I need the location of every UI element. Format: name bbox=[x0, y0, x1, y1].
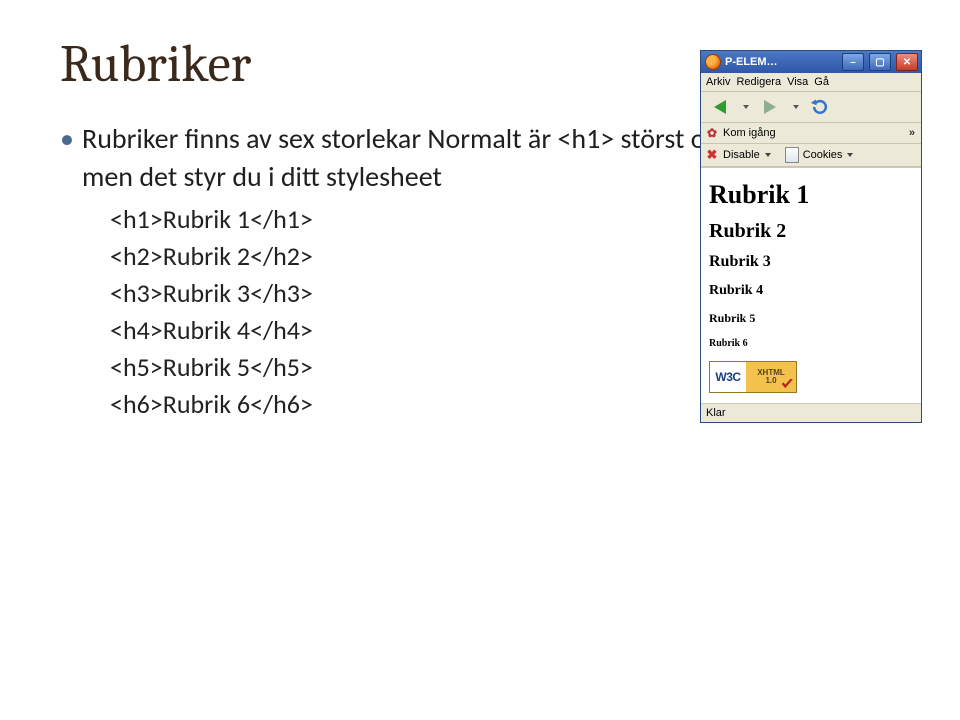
menu-visa[interactable]: Visa bbox=[787, 76, 808, 88]
titlebar: P-ELEM… – ▢ ✕ bbox=[701, 51, 921, 73]
arrow-right-icon bbox=[764, 100, 776, 114]
maximize-button[interactable]: ▢ bbox=[869, 53, 891, 71]
rendered-h1: Rubrik 1 bbox=[709, 180, 913, 210]
minimize-button[interactable]: – bbox=[842, 53, 864, 71]
menu-ga[interactable]: Gå bbox=[814, 76, 829, 88]
chevron-down-icon bbox=[765, 153, 771, 157]
check-icon bbox=[780, 377, 794, 391]
disable-x-icon: ✖ bbox=[705, 148, 719, 162]
rendered-h5: Rubrik 5 bbox=[709, 311, 913, 326]
forward-dropdown-icon[interactable] bbox=[793, 105, 799, 109]
status-text: Klar bbox=[706, 407, 726, 419]
menu-arkiv[interactable]: Arkiv bbox=[706, 76, 730, 88]
bookmarks-toolbar: ✿ Kom igång » bbox=[701, 123, 921, 144]
bookmark-kom-igang[interactable]: Kom igång bbox=[723, 127, 776, 139]
w3c-xhtml-label: XHTML 1.0 bbox=[746, 362, 796, 392]
chevron-down-icon bbox=[847, 153, 853, 157]
firefox-icon bbox=[705, 54, 721, 70]
back-button[interactable] bbox=[705, 95, 735, 119]
window-title: P-ELEM… bbox=[725, 56, 837, 68]
arrow-left-icon bbox=[714, 100, 726, 114]
browser-window: P-ELEM… – ▢ ✕ Arkiv Redigera Visa Gå bbox=[700, 50, 922, 423]
page-content: Rubrik 1 Rubrik 2 Rubrik 3 Rubrik 4 Rubr… bbox=[701, 167, 921, 404]
back-dropdown-icon[interactable] bbox=[743, 105, 749, 109]
w3c-badge[interactable]: W3C XHTML 1.0 bbox=[709, 361, 797, 393]
devbar-cookies[interactable]: Cookies bbox=[803, 149, 843, 161]
rendered-h6: Rubrik 6 bbox=[709, 338, 913, 349]
rendered-h3: Rubrik 3 bbox=[709, 253, 913, 271]
page-icon bbox=[785, 147, 799, 163]
rendered-h4: Rubrik 4 bbox=[709, 283, 913, 299]
slide: Rubriker Rubriker finns av sex storlekar… bbox=[0, 0, 960, 720]
w3c-label: W3C bbox=[710, 362, 746, 392]
refresh-icon bbox=[810, 97, 830, 117]
close-button[interactable]: ✕ bbox=[896, 53, 918, 71]
rendered-h2: Rubrik 2 bbox=[709, 220, 913, 243]
devbar-disable[interactable]: Disable bbox=[723, 149, 760, 161]
menu-redigera[interactable]: Redigera bbox=[736, 76, 781, 88]
overflow-chevron-icon[interactable]: » bbox=[909, 127, 917, 139]
menubar: Arkiv Redigera Visa Gå bbox=[701, 73, 921, 92]
status-bar: Klar bbox=[701, 404, 921, 422]
forward-button[interactable] bbox=[755, 95, 785, 119]
nav-toolbar bbox=[701, 92, 921, 123]
refresh-button[interactable] bbox=[805, 95, 835, 119]
dev-toolbar: ✖ Disable Cookies bbox=[701, 144, 921, 167]
bookmark-icon: ✿ bbox=[705, 126, 719, 140]
